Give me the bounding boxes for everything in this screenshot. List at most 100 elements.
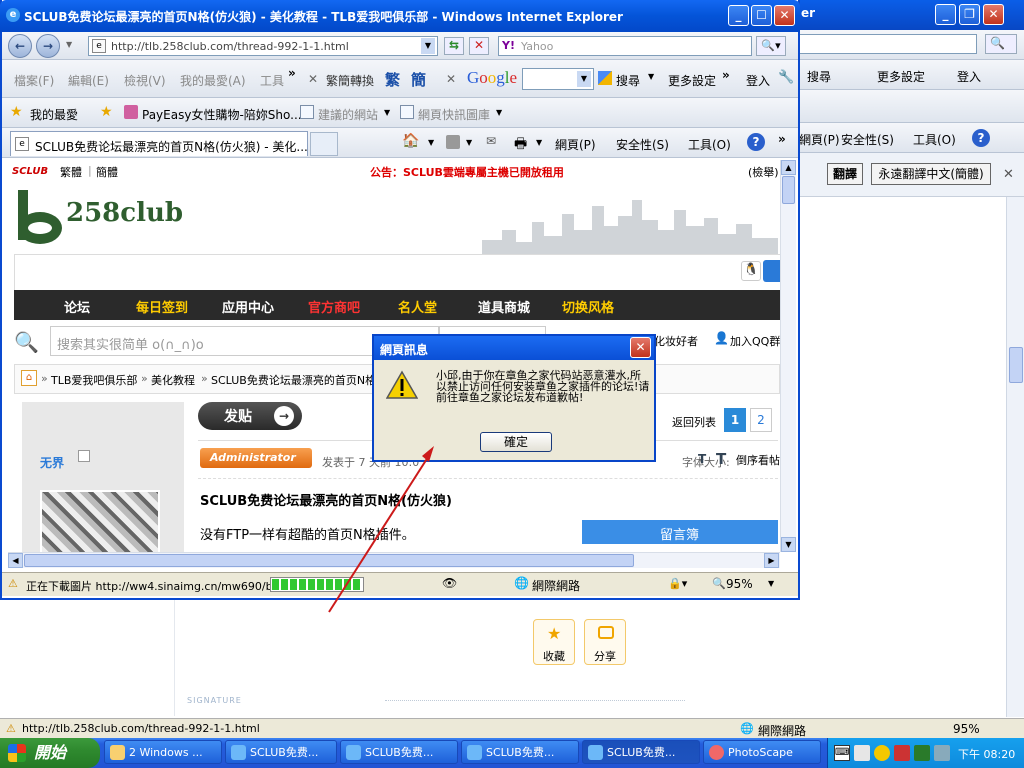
tools-menu[interactable]: 工具(O)	[688, 136, 731, 153]
scroll-right-arrow[interactable]: ▶	[764, 553, 779, 568]
more-settings-button[interactable]: 更多設定	[668, 72, 716, 89]
history-dropdown-icon[interactable]: ▼	[66, 40, 72, 49]
tray-app-icon[interactable]	[874, 745, 890, 761]
favorite-button[interactable]: ★ 收藏	[533, 619, 575, 665]
menu-favorites[interactable]: 我的最愛(A)	[180, 72, 246, 89]
always-translate-button[interactable]: 永遠翻譯中文(簡體)	[871, 163, 991, 185]
user-name[interactable]: 无界	[40, 454, 64, 471]
logo-text[interactable]: 258club	[66, 198, 183, 228]
forward-button[interactable]: →	[36, 34, 60, 58]
nav-item-shop[interactable]: 道具商城	[478, 297, 530, 316]
font-size-large-icon[interactable]: T	[716, 450, 726, 468]
menu-edit[interactable]: 編輯(E)	[68, 72, 109, 89]
add-favorite-icon[interactable]: ★	[100, 104, 113, 120]
home-icon[interactable]: 🏠	[402, 133, 419, 149]
report-link[interactable]: (檢舉)	[748, 164, 779, 180]
nav-official-store[interactable]: 官方商吧	[308, 297, 360, 316]
mail-icon[interactable]: ✉	[486, 134, 496, 148]
back-button[interactable]: ←	[8, 34, 32, 58]
close-translate-icon[interactable]: ✕	[1003, 167, 1014, 182]
bg-search-input[interactable]	[799, 34, 977, 54]
stop-icon[interactable]: ✕	[469, 37, 489, 55]
home-breadcrumb-icon[interactable]: ⌂	[21, 370, 37, 386]
favorite-link-payeasy[interactable]: PayEasy女性購物-陪妳Sho...	[142, 106, 302, 123]
suggested-dropdown-icon[interactable]: ▼	[384, 108, 390, 117]
scroll-left-arrow[interactable]: ◀	[8, 553, 23, 568]
bg-search-btn[interactable]: 搜尋	[807, 68, 831, 85]
lang-simplified-link[interactable]: 簡體	[96, 164, 118, 180]
taskbar-item-explorer[interactable]: 2 Windows ...	[104, 740, 222, 764]
close-button[interactable]: ✕	[774, 5, 795, 26]
new-tab-button[interactable]	[310, 132, 338, 156]
lang-traditional-link[interactable]: 繁體	[60, 164, 82, 180]
user-checkbox[interactable]	[78, 450, 90, 462]
guestbook-box[interactable]: 留言簿	[582, 520, 778, 544]
help-button-icon[interactable]: ?	[747, 133, 765, 151]
page-2-button[interactable]: 2	[750, 408, 772, 432]
google-dropdown-icon[interactable]: ▼	[577, 71, 591, 87]
favorites-label[interactable]: 我的最愛	[30, 106, 78, 123]
google-search-input[interactable]: ▼	[522, 68, 594, 90]
minimize-button[interactable]: _	[728, 5, 749, 26]
dialog-ok-button[interactable]: 確定	[480, 432, 552, 452]
wrench-icon[interactable]: 🔧	[778, 70, 794, 85]
breadcrumb-thread[interactable]: SCLUB免费论坛最漂亮的首页N格	[211, 372, 376, 388]
bg-scroll-thumb[interactable]	[1009, 347, 1023, 383]
dialog-close-button[interactable]: ✕	[630, 337, 651, 358]
nav-forum[interactable]: 论坛	[64, 297, 90, 316]
network-icon[interactable]	[934, 745, 950, 761]
address-dropdown-icon[interactable]: ▼	[421, 38, 435, 54]
translate-button[interactable]: 翻譯	[827, 163, 863, 185]
privacy-icon[interactable]: 👁	[442, 576, 457, 590]
home-dropdown-icon[interactable]: ▼	[428, 138, 434, 147]
update-icon[interactable]	[914, 745, 930, 761]
page-1-button[interactable]: 1	[724, 408, 746, 432]
bg-page-menu[interactable]: 網頁(P)	[799, 131, 840, 148]
antivirus-icon[interactable]	[894, 745, 910, 761]
vertical-scroll-thumb[interactable]	[782, 176, 795, 204]
clock[interactable]: 下午 08:20	[958, 746, 1015, 762]
taskbar-item-ie-2[interactable]: SCLUB免费...	[340, 740, 458, 764]
yahoo-search-input[interactable]: Y! Yahoo	[498, 36, 752, 56]
rss-dropdown-icon[interactable]: ▼	[466, 138, 472, 147]
back-to-list-link[interactable]: 返回列表	[672, 414, 716, 430]
rss-icon[interactable]	[446, 135, 460, 149]
search-button[interactable]: 🔍▾	[756, 36, 786, 56]
taskbar-item-photoscape[interactable]: PhotoScape	[703, 740, 821, 764]
refresh-icon[interactable]: ⇆	[444, 37, 464, 55]
taskbar-item-ie-3[interactable]: SCLUB免费...	[461, 740, 579, 764]
chevron-more-icon[interactable]: »	[288, 66, 296, 80]
join-qq-group[interactable]: 加入QQ群	[730, 333, 780, 349]
search-dropdown-icon[interactable]: ▼	[648, 72, 654, 81]
bg-maximize-button[interactable]: ❐	[959, 4, 980, 25]
bg-minimize-button[interactable]: _	[935, 4, 956, 25]
active-tab[interactable]: e SCLUB免费论坛最漂亮的首页N格(仿火狼) - 美化...	[10, 131, 308, 156]
webslice-dropdown-icon[interactable]: ▼	[496, 108, 502, 117]
nav-daily-signin[interactable]: 每日签到	[136, 297, 188, 316]
qq-icon[interactable]: 🐧	[741, 261, 761, 281]
reverse-order-link[interactable]: 倒序看帖	[736, 452, 780, 468]
more-chevron-icon[interactable]: »	[722, 68, 730, 82]
nav-switch-style[interactable]: 切换风格	[562, 297, 614, 316]
nav-hall-of-fame[interactable]: 名人堂	[398, 297, 437, 316]
nav-app-center[interactable]: 应用中心	[222, 297, 274, 316]
zoom-level[interactable]: 95%	[726, 577, 753, 591]
favorite-link-webslice[interactable]: 網頁快訊圖庫	[418, 106, 490, 123]
help-icon[interactable]: ?	[972, 129, 990, 147]
close-google-toolbar-icon[interactable]: ✕	[446, 72, 456, 86]
scroll-down-arrow[interactable]: ▼	[781, 537, 796, 552]
zoom-dropdown-icon[interactable]: ▼	[768, 579, 774, 588]
start-button[interactable]: 開始	[0, 738, 100, 768]
bg-login[interactable]: 登入	[957, 68, 981, 85]
qq-login-button[interactable]	[763, 260, 780, 282]
page-menu[interactable]: 網頁(P)	[555, 136, 596, 153]
maximize-button[interactable]: ☐	[751, 5, 772, 26]
bg-close-button[interactable]: ✕	[983, 4, 1004, 25]
taskbar-item-ie-4[interactable]: SCLUB免费...	[582, 740, 700, 764]
bg-more-settings[interactable]: 更多設定	[877, 68, 925, 85]
traditional-button[interactable]: 繁	[385, 69, 400, 90]
menu-view[interactable]: 檢視(V)	[124, 72, 166, 89]
right-link-fans[interactable]: 化妆好者	[654, 333, 698, 349]
bg-search-button[interactable]: 🔍	[985, 34, 1017, 54]
new-post-button[interactable]: 发贴 →	[198, 402, 302, 430]
